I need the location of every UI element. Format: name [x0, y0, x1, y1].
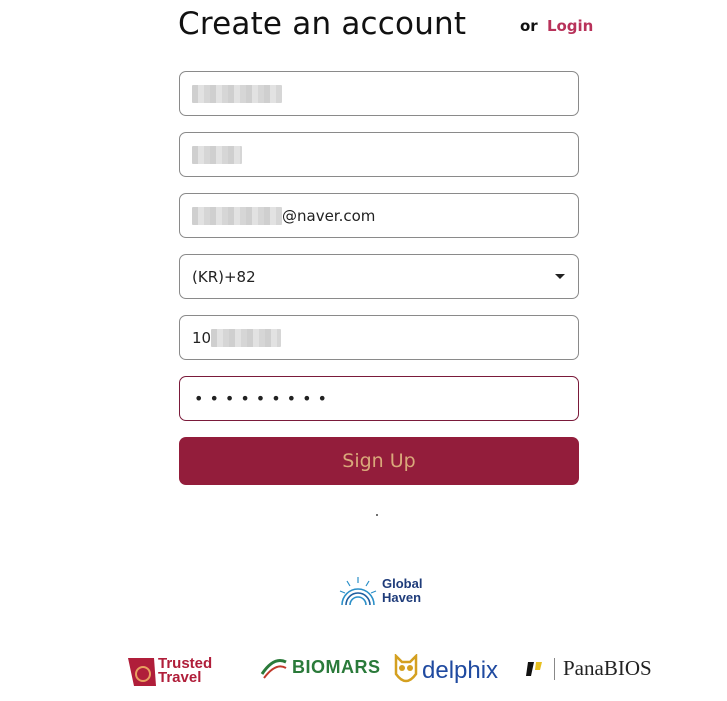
sign-up-button[interactable]: Sign Up [179, 437, 579, 485]
global-haven-wordmark: Global Haven [382, 576, 423, 605]
redacted-value [192, 145, 242, 164]
global-haven-icon [339, 577, 377, 606]
trusted-travel-wordmark: Trusted Travel [158, 655, 213, 686]
panabios-logo: PanaBIOS [526, 656, 652, 681]
phone-prefix: 10 [192, 328, 212, 347]
last-name-field[interactable] [179, 132, 579, 177]
redacted-value [192, 206, 282, 225]
login-link[interactable]: Login [547, 17, 593, 35]
redacted-value [192, 84, 282, 103]
divider [554, 657, 555, 680]
page-title: Create an account [178, 6, 467, 42]
password-mask: ••••••••• [194, 389, 333, 408]
panabios-icon [526, 661, 542, 676]
delphix-logo: delphix [394, 654, 498, 688]
global-haven-logo: Global Haven [338, 575, 422, 607]
biomars-wordmark: BIOMARS [292, 656, 381, 677]
biomars-logo: BIOMARS [260, 654, 381, 680]
country-code-value: (KR)+82 [192, 267, 256, 286]
email-suffix: @naver.com [282, 206, 376, 225]
caret-down-icon [555, 274, 565, 279]
redacted-value [211, 328, 282, 347]
dot-mark [376, 514, 378, 516]
owl-icon [394, 654, 418, 683]
phone-field[interactable]: 10 [179, 315, 579, 360]
login-prompt: or Login [520, 17, 593, 35]
biomars-icon [260, 659, 287, 679]
trusted-travel-logo: Trusted Travel [128, 656, 212, 686]
email-field[interactable]: @naver.com [179, 193, 579, 238]
password-field[interactable]: ••••••••• [179, 376, 579, 421]
delphix-wordmark: delphix [422, 657, 499, 684]
country-code-select[interactable]: (KR)+82 [179, 254, 579, 299]
panabios-wordmark: PanaBIOS [563, 656, 652, 680]
trusted-travel-icon [128, 658, 156, 686]
login-prefix: or [520, 17, 538, 35]
first-name-field[interactable] [179, 71, 579, 116]
partner-logos: Trusted Travel BIOMARS delphix PanaBIOS [0, 654, 727, 690]
